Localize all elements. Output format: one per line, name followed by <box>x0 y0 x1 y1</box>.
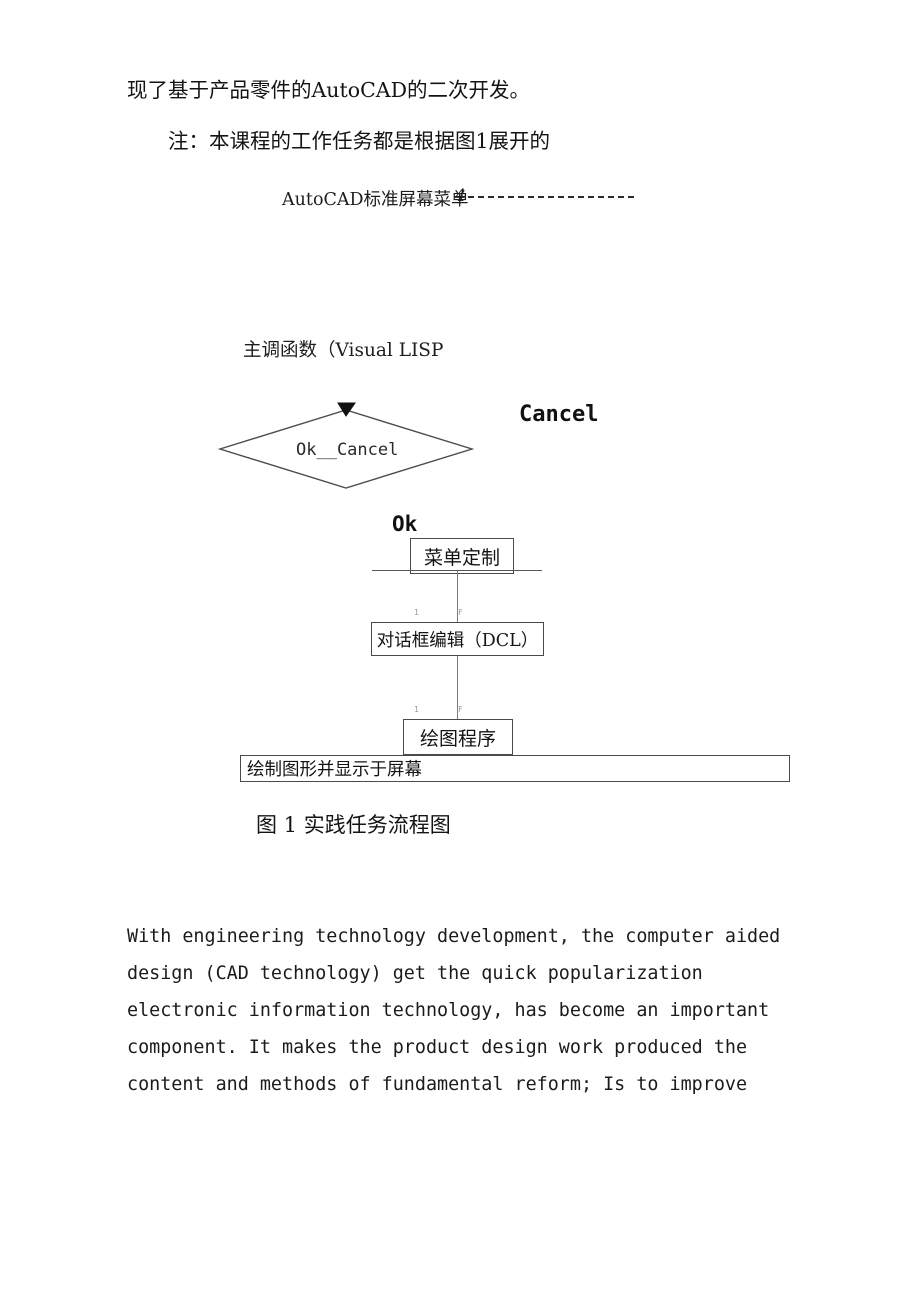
english-line-2: design (CAD technology) get the quick po… <box>127 963 703 984</box>
tick-mark-one-lower: 1 <box>414 705 419 714</box>
intro-paragraph: 现了基于产品零件的AutoCAD的二次开发。 <box>127 78 531 102</box>
flowchart-menu-arrow-glyph: 4 <box>455 186 466 206</box>
node-menu-customization: 菜单定制 <box>410 538 514 574</box>
english-line-5: content and methods of fundamental refor… <box>127 1074 748 1095</box>
tick-mark-one-upper: 1 <box>414 608 419 617</box>
main-function-label: 主调函数（Visual LISP <box>243 340 444 361</box>
decision-label: Ok__Cancel <box>296 440 399 460</box>
node-menu-customization-label: 菜单定制 <box>423 546 500 569</box>
node-draw-program: 绘图程序 <box>403 719 513 755</box>
figure-caption: 图 1 实践任务流程图 <box>256 813 451 837</box>
node-dialog-editor: 对话框编辑（DCL） <box>371 622 544 656</box>
arrowhead-down-icon <box>337 402 356 417</box>
branch-label-ok: Ok <box>392 512 418 536</box>
document-page: 现了基于产品零件的AutoCAD的二次开发。 注：本课程的工作任务都是根据图1展… <box>0 0 920 1302</box>
dashed-connector-line <box>468 196 634 198</box>
branch-label-cancel: Cancel <box>519 402 599 427</box>
node-render-to-screen-label: 绘制图形并显示于屏幕 <box>247 760 422 780</box>
english-line-3: electronic information technology, has b… <box>127 1000 770 1021</box>
english-line-4: component. It makes the product design w… <box>127 1037 748 1058</box>
tick-mark-f-lower: F <box>458 705 463 714</box>
node-draw-program-label: 绘图程序 <box>419 727 496 750</box>
note-paragraph: 注：本课程的工作任务都是根据图1展开的 <box>168 129 551 153</box>
tick-mark-f-upper: F <box>458 608 463 617</box>
node-dialog-editor-label: 对话框编辑（DCL） <box>376 630 539 651</box>
flowchart-menu-header: AutoCAD标准屏幕菜单 <box>282 190 469 210</box>
english-line-1: With engineering technology development,… <box>127 926 781 947</box>
node-render-to-screen: 绘制图形并显示于屏幕 <box>240 755 790 782</box>
